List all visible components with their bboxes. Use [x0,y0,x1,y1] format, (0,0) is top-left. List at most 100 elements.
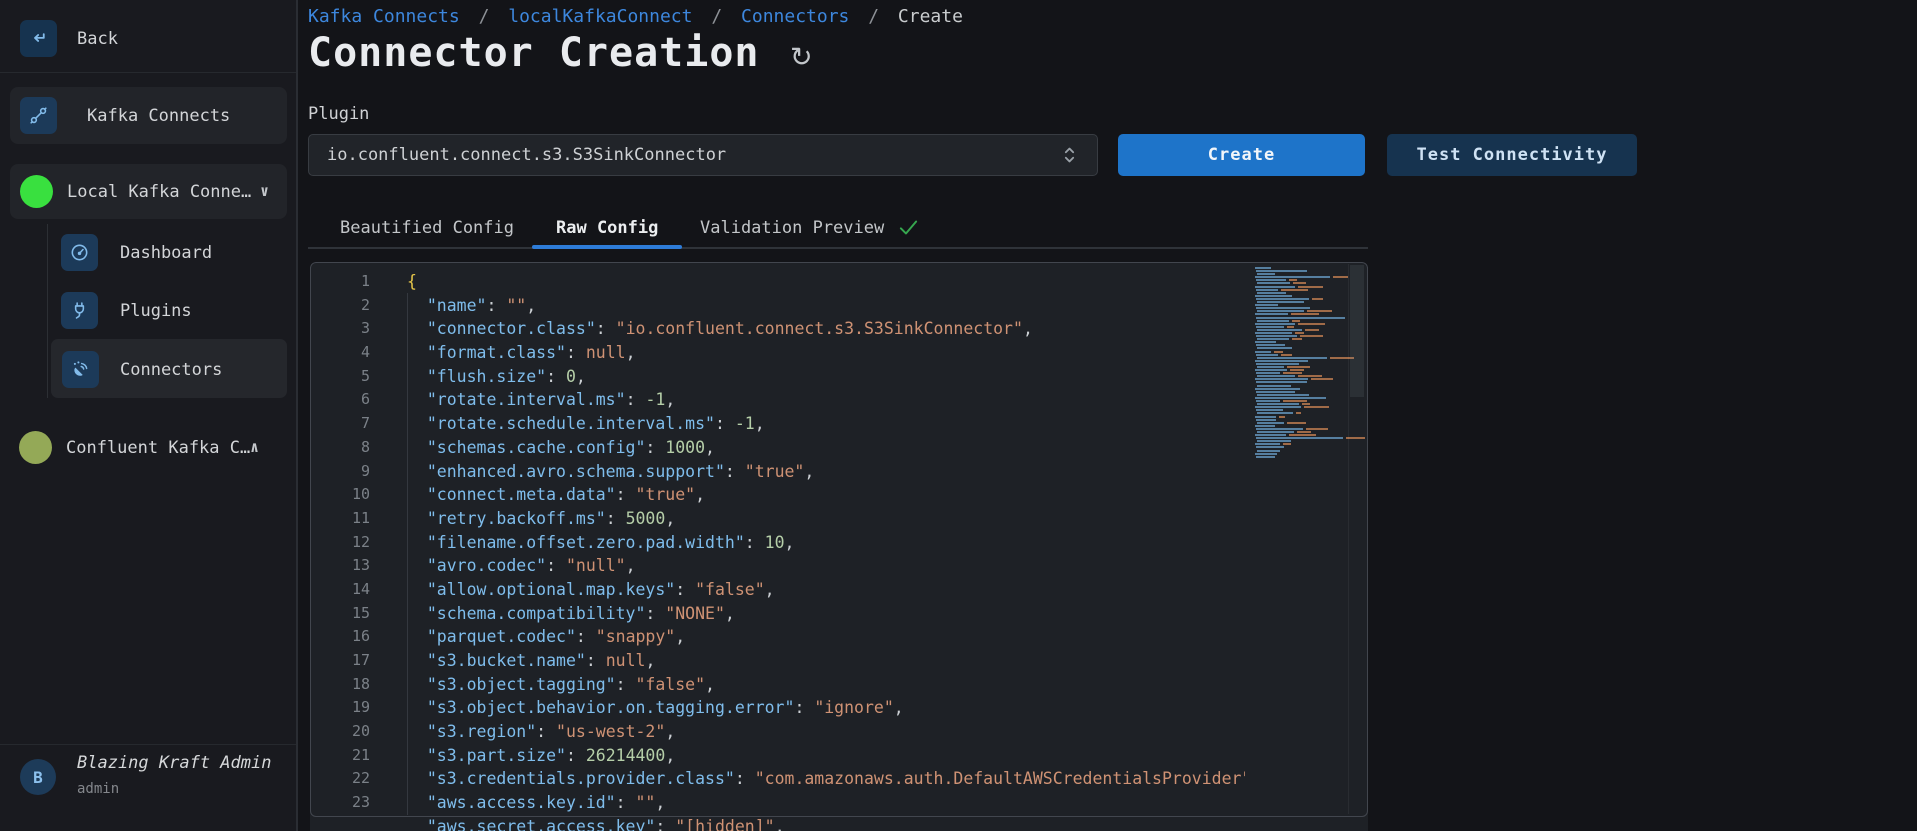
line-number: 4 [310,341,384,365]
code-line[interactable]: 20 "s3.region": "us-west-2", [310,720,1368,744]
refresh-icon[interactable]: ↻ [790,44,813,71]
kafka-connects-icon [20,97,57,134]
code-line[interactable]: 19 "s3.object.behavior.on.tagging.error"… [310,696,1368,720]
code-line[interactable]: 1{ [310,270,1368,294]
back-icon [20,20,57,57]
code-line[interactable]: 3 "connector.class": "io.confluent.conne… [310,317,1368,341]
code-area: 1{2 "name": "",3 "connector.class": "io.… [310,270,1368,831]
code-line[interactable]: 12 "filename.offset.zero.pad.width": 10, [310,531,1368,555]
sidebar-item-kafka-connects[interactable]: Kafka Connects [10,87,287,144]
tab-beautified-config[interactable]: Beautified Config [340,212,514,244]
line-number: 9 [310,460,384,484]
plugin-select-value: io.confluent.connect.s3.S3SinkConnector [327,135,726,175]
breadcrumb-link-kafka-connects[interactable]: Kafka Connects [308,6,460,27]
line-number: 8 [310,436,384,460]
code-line[interactable]: 17 "s3.bucket.name": null, [310,649,1368,673]
line-number: 17 [310,649,384,673]
back-label: Back [77,29,118,49]
code-line[interactable]: 22 "s3.credentials.provider.class": "com… [310,767,1368,791]
line-number: 12 [310,531,384,555]
divider [0,72,296,73]
dashboard-icon [61,234,98,271]
code-line[interactable]: 9 "enhanced.avro.schema.support": "true"… [310,460,1368,484]
line-number: 14 [310,578,384,602]
cluster-status-dot-green [20,175,53,208]
code-line[interactable]: 7 "rotate.schedule.interval.ms": -1, [310,412,1368,436]
avatar: B [20,759,56,795]
connectors-icon [62,351,99,388]
tab-validation-preview[interactable]: Validation Preview [700,212,919,247]
user-role: admin [77,781,119,797]
sidebar-item-label: Connectors [120,360,222,380]
create-button[interactable]: Create [1118,134,1365,176]
sidebar-cluster-local[interactable]: Local Kafka Conne… ∨ [10,164,287,219]
line-number: 20 [310,720,384,744]
code-line[interactable]: 5 "flush.size": 0, [310,365,1368,389]
line-number: 6 [310,388,384,412]
code-line[interactable]: 21 "s3.part.size": 26214400, [310,744,1368,768]
validation-check-icon [898,215,919,247]
line-number: 18 [310,673,384,697]
breadcrumb-separator: / [471,6,498,27]
line-number: 11 [310,507,384,531]
line-number: 1 [310,270,384,294]
raw-config-editor[interactable]: 1{2 "name": "",3 "connector.class": "io.… [310,262,1368,831]
line-number: 3 [310,317,384,341]
plugins-icon [61,292,98,329]
cluster-label: Confluent Kafka C… [66,438,250,458]
scrollbar-track [1348,264,1349,814]
connector-creation-page: { "sidebar": { "back": "Back", "kafka_co… [0,0,1917,831]
code-line[interactable]: 16 "parquet.codec": "snappy", [310,625,1368,649]
main-content: Kafka Connects / localKafkaConnect / Con… [298,0,1917,831]
line-number: 10 [310,483,384,507]
code-line[interactable]: 14 "allow.optional.map.keys": "false", [310,578,1368,602]
line-number: 19 [310,696,384,720]
line-number: 13 [310,554,384,578]
breadcrumb-separator: / [703,6,730,27]
config-tabs: Beautified Config Raw Config Validation … [308,212,1368,248]
breadcrumb-link-cluster[interactable]: localKafkaConnect [508,6,692,27]
code-line[interactable]: 8 "schemas.cache.config": 1000, [310,436,1368,460]
sidebar-item-label: Kafka Connects [87,106,230,126]
back-button[interactable]: Back [0,0,296,72]
code-line[interactable]: 18 "s3.object.tagging": "false", [310,673,1368,697]
user-name: Blazing Kraft Admin [77,753,271,773]
sidebar-item-label: Plugins [120,301,192,321]
line-number: 22 [310,767,384,791]
breadcrumb-link-connectors[interactable]: Connectors [741,6,849,27]
plugin-select[interactable]: io.confluent.connect.s3.S3SinkConnector [308,134,1098,176]
tabs-baseline [308,247,1368,249]
code-line[interactable]: 4 "format.class": null, [310,341,1368,365]
line-number: 21 [310,744,384,768]
code-line[interactable]: 10 "connect.meta.data": "true", [310,483,1368,507]
code-line[interactable]: 23 "aws.access.key.id": "", [310,791,1368,815]
test-connectivity-button[interactable]: Test Connectivity [1387,134,1637,176]
code-line[interactable]: 13 "avro.codec": "null", [310,554,1368,578]
breadcrumb: Kafka Connects / localKafkaConnect / Con… [308,6,963,27]
line-number [310,815,384,831]
sidebar-item-label: Dashboard [120,243,212,263]
line-number: 5 [310,365,384,389]
sidebar-item-connectors[interactable]: Connectors [51,339,287,398]
scrollbar-thumb[interactable] [1350,265,1364,397]
line-number: 23 [310,791,384,815]
chevron-down-icon: ∨ [260,182,269,200]
breadcrumb-current: Create [898,6,963,27]
code-line[interactable]: 6 "rotate.interval.ms": -1, [310,388,1368,412]
sidebar: Back Kafka Connects Local Kafka Conne… ∨… [0,0,298,831]
code-line[interactable]: "aws.secret.access.key": "[hidden]", [310,815,1368,831]
line-number: 16 [310,625,384,649]
line-number: 7 [310,412,384,436]
cluster-status-dot-olive [19,431,52,464]
tree-guide-line [47,224,48,398]
chevron-up-icon: ∧ [250,438,259,456]
cluster-label: Local Kafka Conne… [67,182,251,202]
tab-raw-config[interactable]: Raw Config [556,212,658,244]
line-number: 2 [310,294,384,318]
code-line[interactable]: 11 "retry.backoff.ms": 5000, [310,507,1368,531]
active-tab-indicator [532,245,682,249]
user-profile[interactable]: B Blazing Kraft Admin admin [0,744,296,831]
editor-minimap[interactable] [1253,267,1349,459]
code-line[interactable]: 15 "schema.compatibility": "NONE", [310,602,1368,626]
code-line[interactable]: 2 "name": "", [310,294,1368,318]
